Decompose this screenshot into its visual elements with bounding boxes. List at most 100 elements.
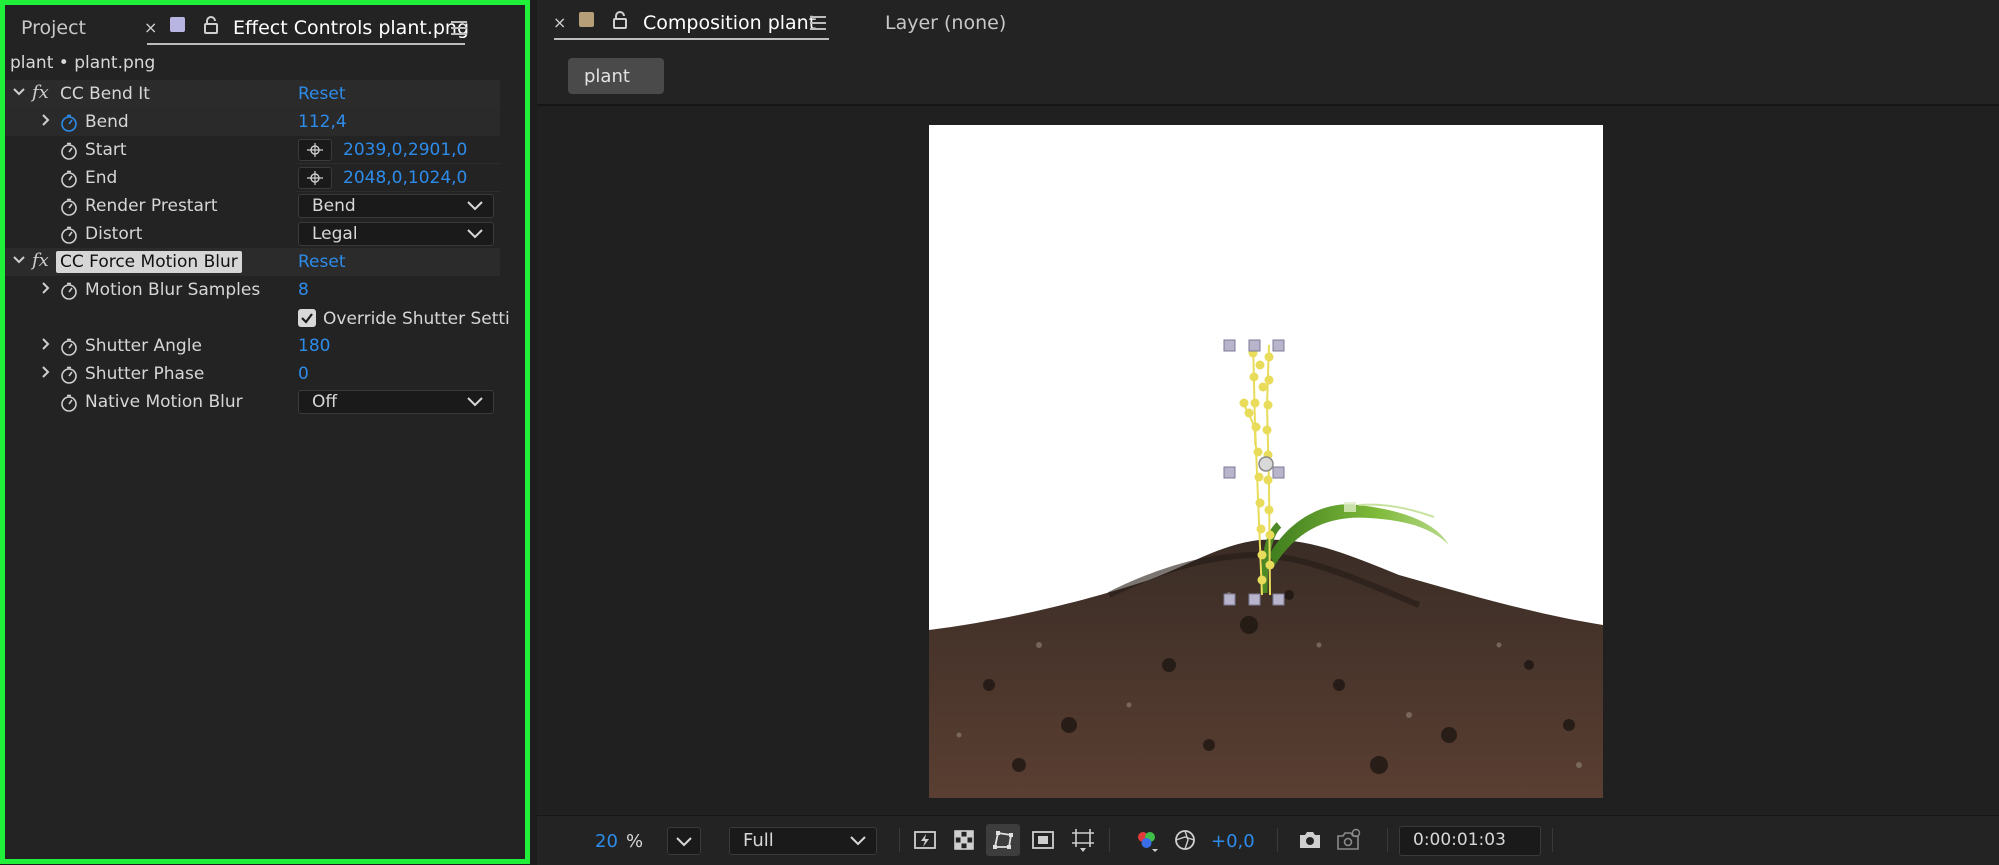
fx-icon[interactable]: fx [32, 82, 49, 103]
effect-row-cc-force-motion-blur[interactable]: fx CC Force Motion Blur Reset [5, 248, 500, 276]
crosshair-icon [307, 171, 323, 185]
comp-color-swatch-icon [579, 12, 594, 27]
property-row-start[interactable]: Start 2039,0,2901,0 [5, 136, 500, 164]
active-tab-underline [554, 38, 829, 40]
reset-link[interactable]: Reset [298, 84, 346, 104]
active-tab-underline [147, 43, 465, 45]
viewer-toolbar: 20 % Full +0,0 0:00:01:03 [537, 815, 1999, 865]
stopwatch-icon[interactable] [60, 394, 78, 412]
stopwatch-icon[interactable] [60, 198, 78, 216]
property-row-motion-blur-samples[interactable]: Motion Blur Samples 8 [5, 276, 500, 304]
dropdown-value: Legal [312, 224, 358, 244]
property-row-shutter-phase[interactable]: Shutter Phase 0 [5, 360, 500, 388]
panel-menu-icon[interactable] [810, 16, 826, 30]
chevron-down-icon[interactable] [13, 86, 25, 98]
override-shutter-checkbox[interactable] [298, 309, 316, 327]
effect-row-cc-bend-it[interactable]: fx CC Bend It Reset [5, 80, 500, 108]
stopwatch-icon[interactable] [60, 170, 78, 188]
property-row-override-shutter[interactable]: Override Shutter Setti [5, 304, 510, 332]
channel-rgb-icon[interactable] [1134, 828, 1160, 854]
effect-name: CC Force Motion Blur [56, 251, 242, 273]
property-row-distort[interactable]: Distort Legal [5, 220, 500, 248]
chevron-right-icon[interactable] [40, 114, 52, 126]
property-value[interactable]: 0 [298, 364, 309, 384]
stopwatch-icon[interactable] [60, 142, 78, 160]
property-value[interactable]: 2039,0,2901,0 [343, 140, 467, 160]
reset-exposure-icon[interactable] [1173, 828, 1197, 852]
left-tabbar: Project × Effect Controls plant.png [5, 5, 525, 49]
fx-icon[interactable]: fx [32, 250, 49, 271]
grid-guides-icon[interactable] [1070, 827, 1096, 853]
tab-effect-controls[interactable]: Effect Controls plant.png [233, 17, 469, 39]
zoom-unit: % [626, 831, 644, 852]
tab-project[interactable]: Project [21, 17, 86, 39]
property-value[interactable]: 8 [298, 280, 309, 300]
resolution-dropdown[interactable]: Full [729, 827, 877, 855]
timecode: 0:00:01:03 [1413, 830, 1506, 850]
chevron-right-icon[interactable] [40, 366, 52, 378]
point-picker-button[interactable] [298, 167, 332, 189]
chevron-down-icon [467, 201, 483, 211]
current-time-field[interactable]: 0:00:01:03 [1399, 826, 1541, 856]
dropdown-value: Bend [312, 196, 356, 216]
composition-tabbar: × Composition plant Layer (none) [537, 0, 1999, 44]
property-row-native-motion-blur[interactable]: Native Motion Blur Off [5, 388, 500, 416]
lock-icon[interactable] [203, 16, 219, 34]
property-value[interactable]: 2048,0,1024,0 [343, 168, 467, 188]
property-row-render-prestart[interactable]: Render Prestart Bend [5, 192, 500, 220]
tab-layer-none[interactable]: Layer (none) [885, 12, 1006, 34]
plant-image [929, 339, 1603, 798]
property-row-shutter-angle[interactable]: Shutter Angle 180 [5, 332, 500, 360]
dropdown-value: Off [312, 392, 338, 412]
chevron-down-icon [676, 837, 692, 847]
property-label: Render Prestart [85, 196, 218, 216]
render-prestart-dropdown[interactable]: Bend [298, 194, 494, 218]
exposure-value[interactable]: +0,0 [1211, 831, 1255, 852]
layer-chip-plant[interactable]: plant [568, 58, 664, 94]
property-label: End [85, 168, 118, 188]
mask-path-icon [993, 831, 1013, 849]
native-motion-blur-dropdown[interactable]: Off [298, 390, 494, 414]
property-value[interactable]: 180 [298, 336, 330, 356]
panel-color-swatch-icon [170, 17, 185, 32]
chevron-right-icon[interactable] [40, 338, 52, 350]
effect-controls-panel: Project × Effect Controls plant.png plan… [0, 0, 530, 864]
fast-previews-icon[interactable] [913, 829, 937, 851]
camera-snapshot-icon[interactable] [1297, 829, 1323, 851]
show-snapshot-icon[interactable] [1335, 828, 1363, 852]
zoom-dropdown-button[interactable] [667, 827, 701, 855]
transparency-grid-icon[interactable] [953, 829, 975, 851]
property-row-bend[interactable]: Bend 112,4 [5, 108, 500, 136]
zoom-value[interactable]: 20 [595, 831, 618, 852]
composition-canvas[interactable] [929, 125, 1603, 798]
panel-menu-icon[interactable] [451, 21, 467, 35]
stopwatch-icon[interactable] [60, 282, 78, 300]
distort-dropdown[interactable]: Legal [298, 222, 494, 246]
tab-composition-plant[interactable]: Composition plant [643, 12, 816, 34]
stopwatch-icon[interactable] [60, 226, 78, 244]
property-value[interactable]: 112,4 [298, 112, 347, 132]
chevron-down-icon [467, 397, 483, 407]
reset-link[interactable]: Reset [298, 252, 346, 272]
chevron-right-icon[interactable] [40, 282, 52, 294]
toggle-mask-path-visibility-button[interactable] [986, 824, 1020, 856]
property-label: Start [85, 140, 127, 160]
chevron-down-icon [467, 229, 483, 239]
property-label: Shutter Phase [85, 364, 205, 384]
lock-icon[interactable] [612, 11, 628, 29]
layer-chip-label: plant [584, 66, 630, 87]
stopwatch-active-icon[interactable] [60, 114, 78, 132]
point-picker-button[interactable] [298, 139, 332, 161]
property-row-end[interactable]: End 2048,0,1024,0 [5, 164, 500, 192]
chevron-down-icon[interactable] [13, 254, 25, 266]
breadcrumb: plant • plant.png [10, 53, 156, 73]
property-label: Distort [85, 224, 143, 244]
region-of-interest-icon[interactable] [1031, 829, 1055, 851]
close-icon[interactable]: × [553, 13, 566, 32]
close-icon[interactable]: × [144, 18, 157, 37]
property-label: Native Motion Blur [85, 392, 243, 412]
property-label: Bend [85, 112, 129, 132]
stopwatch-icon[interactable] [60, 366, 78, 384]
checkbox-label: Override Shutter Setti [323, 309, 510, 329]
stopwatch-icon[interactable] [60, 338, 78, 356]
